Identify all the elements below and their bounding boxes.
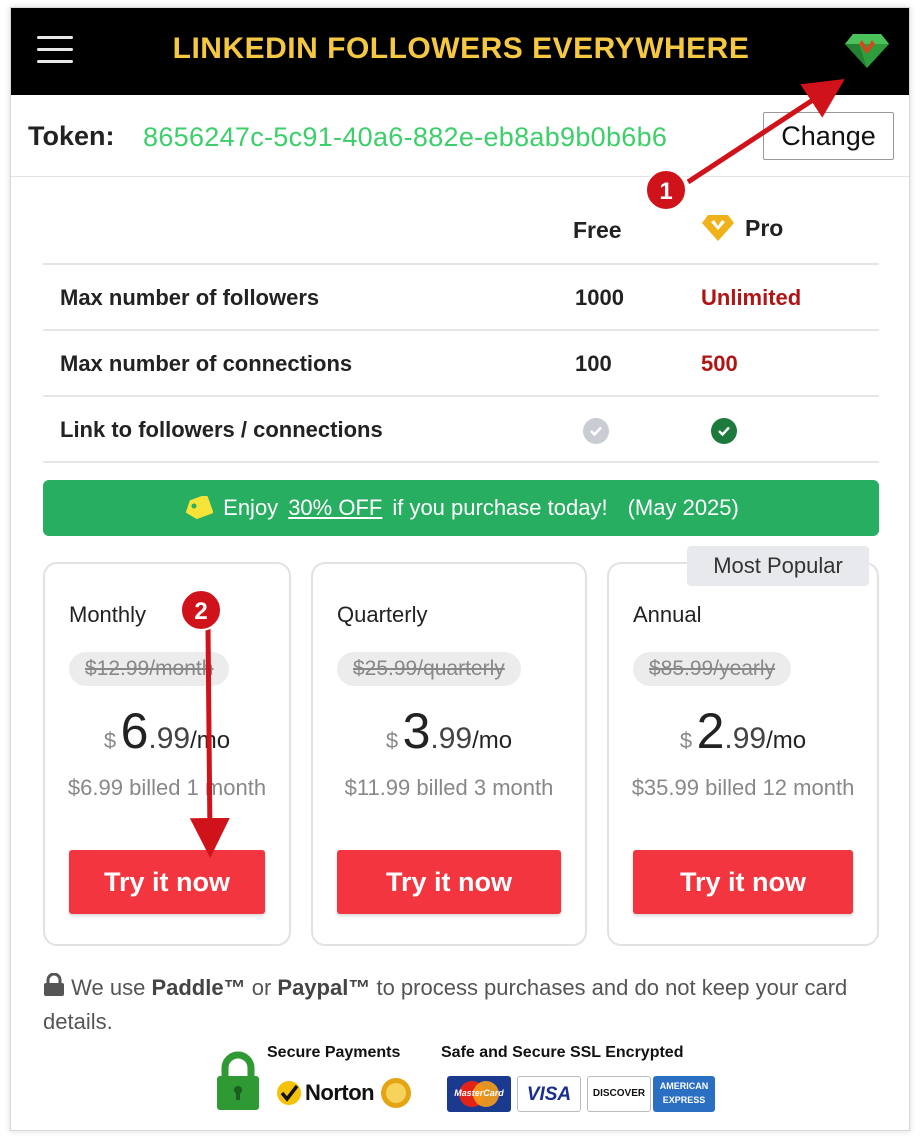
lock-icon — [44, 972, 64, 996]
notice-lead: We use — [71, 975, 146, 1000]
notice-paddle: Paddle™ — [151, 975, 246, 1000]
norton-label: Norton — [305, 1080, 375, 1105]
comparison-row: Link to followers / connections — [43, 397, 879, 463]
free-value: 1000 — [575, 285, 624, 310]
discover-badge: DISCOVER — [587, 1076, 651, 1112]
ssl-label: Safe and Secure SSL Encrypted — [441, 1044, 684, 1061]
plan-price: $ 6.99/mo — [45, 702, 289, 760]
billing-note: $11.99 billed 3 month — [344, 775, 554, 800]
plan-price: $ 3.99/mo — [313, 702, 585, 760]
norton-check-icon — [277, 1081, 301, 1105]
comparison-header: Free Pro — [43, 203, 879, 265]
feature-label: Max number of connections — [60, 351, 353, 376]
free-value: 100 — [575, 351, 612, 376]
comparison-row: Max number of connections 100 500 — [43, 331, 879, 397]
try-now-button-monthly[interactable]: Try it now — [69, 850, 265, 914]
promo-discount-link[interactable]: 30% OFF — [288, 495, 382, 521]
free-column-header: Free — [573, 217, 622, 243]
visa-badge: VISA — [517, 1076, 581, 1112]
price-integer: 6 — [120, 703, 149, 759]
price-decimal: .99 — [724, 722, 767, 755]
old-price: $12.99/month — [69, 652, 230, 686]
promo-suffix: if you purchase today! — [392, 495, 608, 520]
price-period: /mo — [766, 727, 807, 754]
billing-note: $35.99 billed 12 month — [631, 775, 855, 800]
most-popular-badge: Most Popular — [687, 546, 869, 586]
check-green-icon — [711, 417, 737, 444]
plan-card-quarterly: Quarterly $25.99/quarterly $ 3.99/mo $11… — [311, 562, 587, 946]
price-period: /mo — [190, 727, 231, 754]
billing-note: $6.99 billed 1 month — [67, 775, 267, 800]
amex-label-line2: EXPRESS — [662, 1095, 706, 1105]
amex-label-line1: AMERICAN — [659, 1081, 709, 1091]
old-price: $25.99/quarterly — [337, 652, 521, 686]
price-decimal: .99 — [430, 722, 473, 755]
currency-symbol: $ — [103, 728, 117, 753]
promo-date: (May 2025) — [627, 495, 739, 520]
token-value: 8656247c-5c91-40a6-882e-eb8ab9b0b6b6 — [143, 122, 668, 152]
payment-notice: We use Paddle™ or Paypal™ to process pur… — [43, 971, 873, 1039]
token-label: Token: — [28, 121, 115, 151]
app-title: LINKEDIN FOLLOWERS EVERYWHERE — [172, 32, 750, 65]
norton-badge: Norton — [275, 1074, 439, 1112]
notice-paypal: Paypal™ — [277, 975, 371, 1000]
pricing-page: LINKEDIN FOLLOWERS EVERYWHERE Token: 865… — [10, 7, 910, 1131]
mastercard-badge: MasterCard — [447, 1076, 511, 1112]
plan-name: Monthly — [69, 602, 147, 627]
secure-payments-label: Secure Payments — [267, 1044, 401, 1061]
plan-name: Annual — [633, 602, 702, 627]
discount-banner: Enjoy 30% OFF if you purchase today! (Ma… — [43, 480, 879, 536]
notice-or: or — [251, 975, 272, 1000]
plan-comparison-table: Free Pro Max number of followers 1000 Un… — [43, 203, 879, 463]
discover-label: DISCOVER — [592, 1088, 646, 1099]
amex-badge: AMERICAN EXPRESS — [653, 1076, 715, 1112]
currency-symbol: $ — [679, 728, 693, 753]
plan-name: Quarterly — [337, 602, 428, 627]
feature-label: Link to followers / connections — [60, 417, 383, 442]
old-price: $85.99/yearly — [633, 652, 792, 686]
price-integer: 3 — [402, 703, 431, 759]
trust-badges: Secure Payments Safe and Secure SSL Encr… — [215, 1044, 715, 1116]
pro-column-label: Pro — [745, 214, 784, 241]
price-integer: 2 — [696, 703, 725, 759]
try-now-button-annual[interactable]: Try it now — [633, 850, 853, 914]
change-token-button[interactable]: Change — [763, 112, 894, 160]
pro-value: 500 — [701, 351, 738, 376]
price-decimal: .99 — [148, 722, 191, 755]
mastercard-label: MasterCard — [454, 1088, 504, 1098]
promo-prefix: Enjoy — [223, 495, 279, 520]
price-tag-icon — [185, 496, 214, 520]
price-period: /mo — [472, 727, 513, 754]
guarantee-seal-icon — [381, 1078, 412, 1108]
pro-gem-icon[interactable] — [843, 28, 891, 72]
visa-label: VISA — [526, 1084, 572, 1105]
currency-symbol: $ — [385, 728, 399, 753]
token-row: Token: 8656247c-5c91-40a6-882e-eb8ab9b0b… — [11, 95, 909, 177]
try-now-button-quarterly[interactable]: Try it now — [337, 850, 561, 914]
comparison-row: Max number of followers 1000 Unlimited — [43, 265, 879, 331]
plan-card-annual: Annual $85.99/yearly $ 2.99/mo $35.99 bi… — [607, 562, 879, 946]
header-bar: LINKEDIN FOLLOWERS EVERYWHERE — [11, 8, 909, 95]
plan-price: $ 2.99/mo — [609, 702, 877, 760]
feature-label: Max number of followers — [60, 285, 320, 310]
pro-badge-icon — [702, 215, 734, 241]
plan-card-monthly: Monthly $12.99/month $ 6.99/mo $6.99 bil… — [43, 562, 291, 946]
secure-lock-icon — [217, 1051, 259, 1110]
pro-value: Unlimited — [701, 285, 802, 310]
pro-column-header: Pro — [701, 213, 783, 243]
check-gray-icon — [583, 417, 609, 444]
